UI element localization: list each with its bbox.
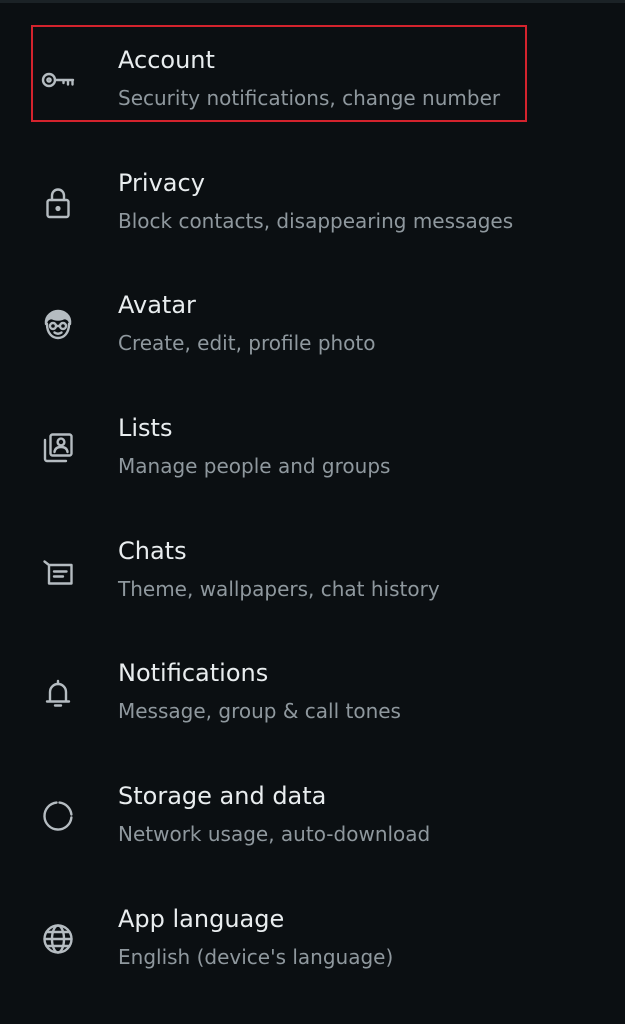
setting-title: Lists: [118, 414, 173, 442]
settings-list: Account Security notifications, change n…: [0, 0, 625, 1024]
lock-icon: [38, 183, 78, 223]
setting-subtitle: English (device's language): [118, 945, 394, 969]
chat-message-icon: [38, 551, 78, 591]
setting-item-avatar[interactable]: Avatar Create, edit, profile photo: [0, 279, 625, 401]
setting-subtitle: Theme, wallpapers, chat history: [118, 577, 440, 601]
bell-icon: [38, 673, 78, 713]
setting-subtitle: Message, group & call tones: [118, 699, 401, 723]
key-icon: [38, 60, 78, 100]
setting-subtitle: Block contacts, disappearing messages: [118, 209, 514, 233]
contact-list-icon: [38, 428, 78, 468]
setting-title: App language: [118, 905, 285, 933]
setting-title: Avatar: [118, 291, 196, 319]
setting-subtitle: Manage people and groups: [118, 454, 391, 478]
setting-item-lists[interactable]: Lists Manage people and groups: [0, 402, 625, 524]
setting-title: Account: [118, 46, 215, 74]
setting-item-account[interactable]: Account Security notifications, change n…: [0, 34, 625, 156]
setting-item-language[interactable]: App language English (device's language): [0, 893, 625, 1015]
setting-subtitle: Network usage, auto-download: [118, 822, 431, 846]
setting-title: Chats: [118, 537, 187, 565]
globe-icon: [38, 919, 78, 959]
setting-subtitle: Security notifications, change number: [118, 86, 501, 110]
avatar-face-icon: [38, 305, 78, 345]
setting-item-chats[interactable]: Chats Theme, wallpapers, chat history: [0, 525, 625, 647]
setting-subtitle: Create, edit, profile photo: [118, 331, 376, 355]
setting-item-privacy[interactable]: Privacy Block contacts, disappearing mes…: [0, 157, 625, 279]
setting-title: Notifications: [118, 659, 269, 687]
setting-title: Storage and data: [118, 782, 327, 810]
storage-circle-icon: [38, 796, 78, 836]
setting-title: Privacy: [118, 169, 205, 197]
setting-item-storage[interactable]: Storage and data Network usage, auto-dow…: [0, 770, 625, 892]
setting-item-notifications[interactable]: Notifications Message, group & call tone…: [0, 647, 625, 769]
